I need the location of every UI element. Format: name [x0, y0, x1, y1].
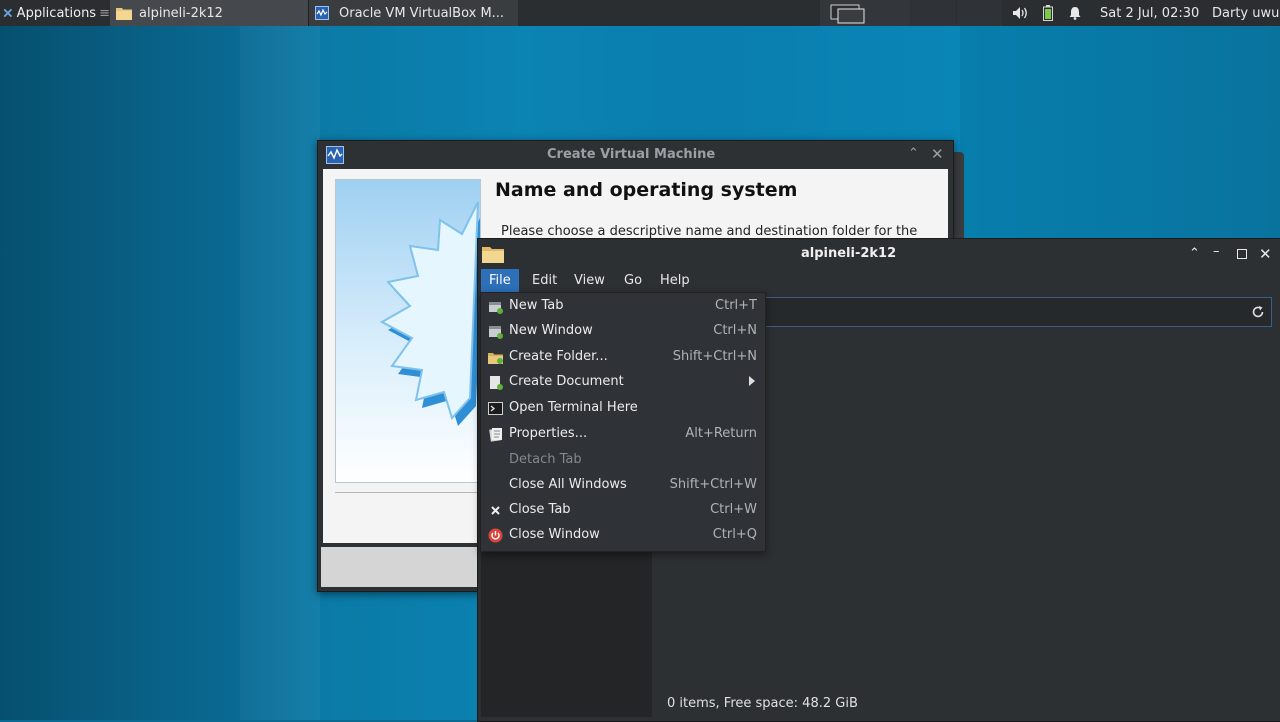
taskbar-item-virtualbox[interactable]: Oracle VM VirtualBox M... [309, 0, 518, 26]
shade-button[interactable]: ⌃ [908, 146, 919, 161]
menu-item-label: Create Folder... [509, 349, 608, 364]
menu-view[interactable]: View [566, 269, 613, 293]
top-panel: Applications ≡ alpineli-2k12 Oracle VM V… [0, 0, 1280, 26]
close-button[interactable]: ✕ [1259, 245, 1272, 263]
menu-item-shortcut: Ctrl+W [710, 502, 757, 517]
close-button[interactable]: ✕ [931, 145, 944, 163]
clock-label: Sat 2 Jul, 02:30 [1100, 5, 1200, 21]
menu-bar: File Edit View Go Help [478, 269, 1280, 293]
status-bar: 0 items, Free space: 48.2 GiB [653, 689, 1280, 721]
terminal-icon [488, 402, 503, 415]
menu-item-label: Close Tab [509, 502, 571, 517]
location-bar[interactable] [764, 297, 1272, 327]
menu-item-detach-tab: Detach Tab [481, 448, 765, 473]
xfce-logo-icon [3, 8, 13, 18]
menu-item-shortcut: Shift+Ctrl+N [672, 349, 757, 364]
minimize-button[interactable]: – [1213, 244, 1220, 259]
menu-item-label: Open Terminal Here [509, 400, 638, 415]
taskbar-item-label: alpineli-2k12 [139, 5, 223, 21]
menu-item-label: Close All Windows [509, 477, 627, 492]
notifications-icon[interactable] [1068, 0, 1086, 26]
taskbar-item-label: Oracle VM VirtualBox M... [339, 5, 505, 21]
create-folder-icon [488, 353, 503, 364]
menu-item-properties[interactable]: Properties... Alt+Return [481, 422, 765, 447]
applications-separator-glyph: ≡ [99, 5, 110, 21]
power-icon [488, 528, 503, 543]
folder-icon [482, 247, 504, 263]
window-titlebar[interactable]: alpineli-2k12 ⌃ – ✕ [478, 239, 1280, 269]
menu-item-create-folder[interactable]: Create Folder... Shift+Ctrl+N [481, 345, 765, 370]
maximize-button[interactable] [1237, 249, 1247, 259]
menu-go[interactable]: Go [616, 269, 650, 293]
menu-help[interactable]: Help [652, 269, 698, 293]
menu-item-label: New Tab [509, 298, 564, 313]
menu-item-shortcut: Shift+Ctrl+W [669, 477, 757, 492]
menu-item-shortcut: Alt+Return [685, 426, 757, 441]
dialog-title: Create Virtual Machine [547, 147, 716, 162]
folder-icon [116, 8, 132, 20]
wizard-page-title: Name and operating system [495, 179, 798, 201]
volume-icon[interactable] [1012, 0, 1036, 26]
shade-button[interactable]: ⌃ [1189, 246, 1200, 261]
dialog-titlebar[interactable]: Create Virtual Machine ⌃ ✕ [318, 141, 953, 169]
taskbar-item-file-manager[interactable]: alpineli-2k12 [110, 0, 308, 26]
starburst-graphic-icon [379, 201, 480, 426]
submenu-arrow-icon [749, 376, 755, 386]
workspace-switcher[interactable] [820, 0, 910, 26]
document-icon [490, 376, 503, 390]
workspace-3[interactable] [957, 0, 1002, 26]
menu-file[interactable]: File [481, 269, 519, 293]
user-menu[interactable]: Darty uwu [1212, 0, 1279, 26]
menu-item-open-terminal[interactable]: Open Terminal Here [481, 396, 765, 421]
workspace-1-icon [830, 4, 865, 24]
wizard-watermark [335, 179, 481, 483]
menu-item-close-all-windows[interactable]: Close All Windows Shift+Ctrl+W [481, 473, 765, 498]
close-icon [491, 506, 500, 515]
status-text: 0 items, Free space: 48.2 GiB [667, 696, 858, 711]
menu-item-shortcut: Ctrl+Q [712, 527, 757, 542]
menu-item-label: New Window [509, 323, 593, 338]
menu-item-create-document[interactable]: Create Document [481, 370, 765, 395]
reload-icon[interactable] [1251, 305, 1265, 319]
applications-menu-button[interactable]: Applications ≡ [0, 0, 110, 26]
battery-glyph-icon [1043, 5, 1053, 21]
new-tab-icon [489, 302, 503, 314]
menu-item-label: Create Document [509, 374, 624, 389]
side-pane[interactable] [481, 551, 652, 717]
divider [335, 492, 479, 493]
wizard-description: Please choose a descriptive name and des… [501, 224, 918, 239]
virtualbox-icon [326, 146, 344, 164]
menu-item-label: Properties... [509, 426, 588, 441]
menu-item-shortcut: Ctrl+T [715, 298, 757, 313]
menu-item-shortcut: Ctrl+N [713, 323, 757, 338]
speaker-icon [1013, 7, 1027, 19]
file-menu-popup: New Tab Ctrl+T New Window Ctrl+N Create … [480, 292, 766, 552]
virtualbox-icon [315, 6, 329, 20]
user-name: Darty uwu [1212, 5, 1280, 21]
menu-item-new-window[interactable]: New Window Ctrl+N [481, 319, 765, 344]
menu-item-label: Close Window [509, 527, 600, 542]
window-title: alpineli-2k12 [801, 246, 897, 261]
workspace-2[interactable] [910, 0, 956, 26]
battery-icon[interactable] [1043, 0, 1059, 26]
menu-item-label: Detach Tab [509, 452, 582, 467]
menu-edit[interactable]: Edit [524, 269, 565, 293]
bell-icon [1069, 7, 1081, 20]
applications-label: Applications [16, 5, 97, 21]
menu-item-close-tab[interactable]: Close Tab Ctrl+W [481, 498, 765, 523]
menu-item-new-tab[interactable]: New Tab Ctrl+T [481, 294, 765, 319]
new-window-icon [489, 326, 503, 339]
properties-icon [489, 428, 502, 442]
clock[interactable]: Sat 2 Jul, 02:30 [1100, 0, 1199, 26]
menu-item-close-window[interactable]: Close Window Ctrl+Q [481, 523, 765, 548]
desktop-band [240, 26, 320, 720]
